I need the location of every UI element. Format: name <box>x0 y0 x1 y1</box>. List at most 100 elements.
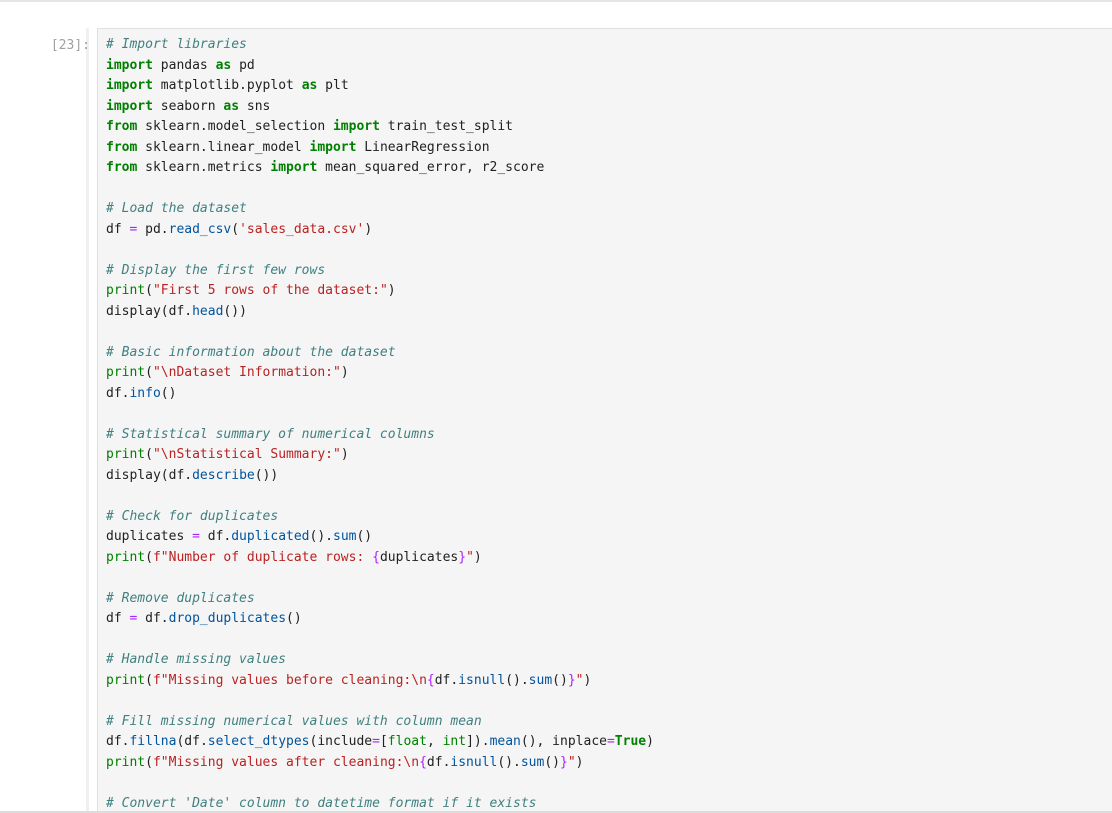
code-token: from <box>106 119 138 134</box>
notebook-view: [23]: # Import libraries import pandas as… <box>0 0 1112 813</box>
code-token: print <box>106 549 146 565</box>
code-line: from sklearn.linear_model import LinearR… <box>106 138 654 159</box>
code-token: sum <box>520 754 545 770</box>
code-token: 'sales_data.csv' <box>239 221 365 237</box>
code-token: . <box>325 529 333 544</box>
code-line: print(f"Missing values before cleaning:\… <box>106 671 654 692</box>
code-token: . <box>160 221 169 237</box>
code-token: () <box>505 672 521 688</box>
code-token: } <box>567 672 576 688</box>
code-token: print <box>106 754 146 770</box>
cell-collapser[interactable] <box>86 28 89 813</box>
code-token: = <box>372 734 380 749</box>
code-token: head <box>192 303 224 319</box>
code-token: () <box>160 385 177 401</box>
code-token: True <box>614 734 647 749</box>
code-token: = <box>192 529 200 544</box>
code-line: # Import libraries <box>106 35 654 56</box>
code-token: from <box>106 139 138 155</box>
code-token: pd <box>231 57 255 73</box>
code-token: () <box>309 529 326 544</box>
code-line: import pandas as pd <box>106 56 654 77</box>
code-comment: # Load the dataset <box>106 201 247 216</box>
code-token: sns <box>239 98 271 114</box>
code-comment: # Remove duplicates <box>106 590 255 606</box>
code-token: ]) <box>466 734 482 749</box>
code-token: as <box>215 57 232 73</box>
code-token: drop_duplicates <box>168 611 287 626</box>
code-comment: # Statistical summary of numerical colum… <box>106 426 435 442</box>
code-token: import <box>106 57 153 73</box>
code-line: duplicates = df.duplicated().sum() <box>106 527 654 548</box>
code-token: as <box>301 78 318 93</box>
code-line: display(df.describe()) <box>106 466 654 487</box>
code-line: display(df.head()) <box>106 302 654 323</box>
code-token: pandas <box>152 57 216 73</box>
code-token: duplicated <box>231 529 310 544</box>
code-token: ) <box>575 754 584 770</box>
code-token: ) <box>387 283 396 298</box>
code-token: describe <box>192 467 255 483</box>
code-token: { <box>419 754 427 770</box>
code-token: import <box>106 98 153 114</box>
code-token: float <box>387 734 427 749</box>
code-comment: # Basic information about the dataset <box>106 344 396 360</box>
code-token: info <box>129 385 161 401</box>
execution-count: [23]: <box>50 38 90 53</box>
code-token: () <box>356 529 373 544</box>
code-line: from sklearn.model_selection import trai… <box>106 117 654 138</box>
code-token: print <box>106 672 146 688</box>
code-line: df.fillna(df.select_dtypes(include=[floa… <box>106 732 654 753</box>
code-line: # Remove duplicates <box>106 589 654 610</box>
code-token: import <box>309 139 357 155</box>
code-token: " <box>466 549 474 565</box>
code-line: # Fill missing numerical values with col… <box>106 712 654 733</box>
code-token: ( <box>145 672 153 688</box>
code-token: display(df <box>106 467 185 483</box>
code-token: read_csv <box>168 221 232 237</box>
code-token: int <box>442 734 467 749</box>
code-token: . <box>513 754 521 770</box>
code-token: . <box>481 734 490 749</box>
code-cell[interactable]: [23]: # Import libraries import pandas as… <box>0 28 1112 813</box>
code-line: # Statistical summary of numerical colum… <box>106 425 654 446</box>
code-token: sum <box>528 672 553 688</box>
code-editor[interactable]: # Import libraries import pandas as pd imp… <box>97 28 1112 813</box>
code-token: ) <box>583 672 592 688</box>
code-comment: # Import libraries <box>106 37 247 52</box>
code-token: ( <box>145 754 153 770</box>
code-token: "\nStatistical Summary:" <box>152 447 341 462</box>
code-line: print("\nStatistical Summary:") <box>106 445 654 466</box>
code-line: df = pd.read_csv('sales_data.csv') <box>106 220 654 241</box>
code-token: . <box>520 672 529 688</box>
code-token: plt <box>317 78 349 93</box>
code-line: # Display the first few rows <box>106 261 654 282</box>
code-token: import <box>270 160 318 175</box>
code-token: print <box>106 365 146 380</box>
code-line: print(f"Missing values after cleaning:\n… <box>106 753 654 774</box>
code-token: df <box>106 611 130 626</box>
code-token: print <box>106 283 146 298</box>
code-token: . <box>184 467 193 483</box>
code-token: (df <box>176 734 200 749</box>
code-line: # Basic information about the dataset <box>106 343 654 364</box>
code-token: ) <box>473 549 482 565</box>
code-line: print("\nDataset Information:") <box>106 363 654 384</box>
code-token: () <box>497 754 514 770</box>
code-token: , <box>426 734 443 749</box>
code-token: df <box>426 754 443 770</box>
code-token: () <box>544 754 560 770</box>
code-token: ) <box>364 221 373 237</box>
code-token: sklearn.metrics <box>137 160 271 175</box>
code-line: # Load the dataset <box>106 199 654 220</box>
code-token: . <box>184 303 193 319</box>
code-token: print <box>106 447 146 462</box>
code-token: { <box>372 549 380 565</box>
code-line: import matplotlib.pyplot as plt <box>106 76 654 97</box>
code-token: display(df <box>106 303 185 319</box>
